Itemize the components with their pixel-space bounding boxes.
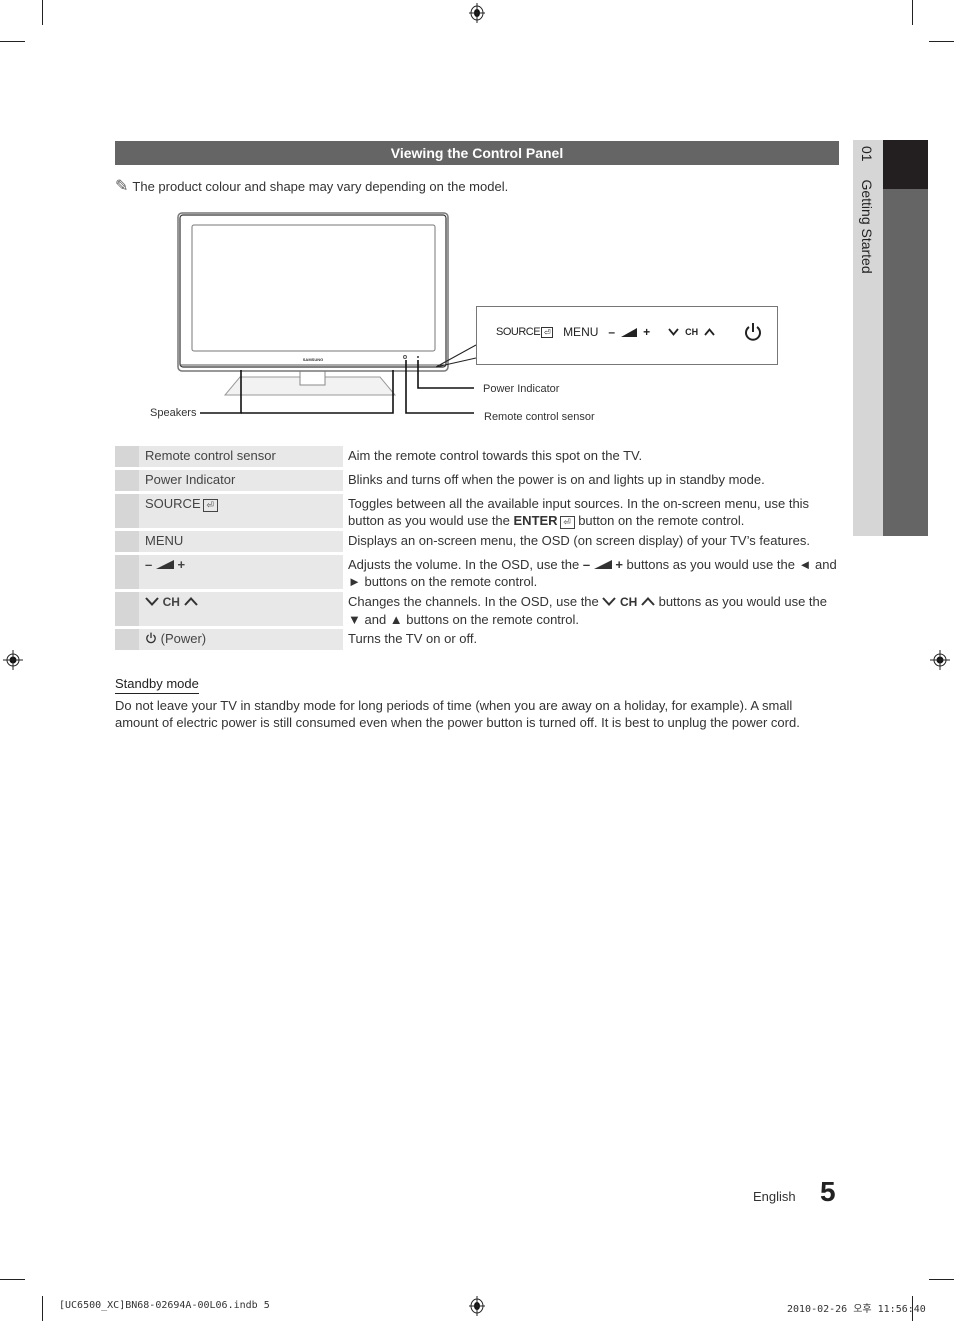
section-title: Viewing the Control Panel: [115, 141, 839, 165]
table-row: MENU Displays an on-screen menu, the OSD…: [115, 531, 839, 552]
volume-ramp-icon: [155, 560, 174, 569]
control-name: Power Indicator: [139, 470, 343, 491]
chapter-tab-accent: [883, 140, 928, 189]
control-description: Toggles between all the available input …: [343, 494, 839, 529]
chapter-title: Getting Started: [859, 179, 875, 274]
table-row: – + Adjusts the volume. In the OSD, use …: [115, 555, 839, 589]
remote-sensor-label: Remote control sensor: [484, 411, 595, 423]
row-marker: [115, 470, 139, 491]
crop-mark: [0, 1279, 25, 1280]
control-description: Displays an on-screen menu, the OSD (on …: [348, 533, 810, 548]
panel-channel: CH: [668, 327, 715, 337]
power-indicator-dot: [417, 356, 419, 358]
slug-file: [UC6500_XC]BN68-02694A-00L06.indb 5: [59, 1300, 270, 1311]
control-description: Changes the channels. In the OSD, use th…: [343, 592, 839, 627]
standby-heading: Standby mode: [115, 676, 199, 694]
enter-icon: ⏎: [559, 516, 575, 529]
chevron-down-icon: [602, 597, 617, 606]
control-description: Blinks and turns off when the power is o…: [348, 472, 765, 487]
control-description: Turns the TV on or off.: [348, 631, 478, 646]
volume-plus: +: [611, 557, 623, 572]
registration-mark-icon: [469, 1296, 485, 1316]
row-marker: [115, 555, 139, 589]
panel-source: SOURCE ⏎: [496, 326, 554, 338]
panel-volume: – +: [608, 325, 650, 339]
control-name: Remote control sensor: [139, 446, 343, 467]
tv-stand-neck: [299, 369, 326, 386]
brand-logo: SAMSUNG: [303, 357, 323, 362]
power-label: (Power): [160, 631, 207, 646]
panel-menu: MENU: [563, 325, 599, 339]
registration-mark-icon: [3, 650, 23, 670]
desc-text: Changes the channels. In the OSD, use th…: [348, 594, 603, 609]
control-panel-buttons: SOURCE ⏎ MENU – + CH: [496, 322, 763, 342]
chevron-up-icon: [704, 328, 715, 336]
note-text: The product colour and shape may vary de…: [132, 179, 509, 194]
control-name: CH: [139, 592, 343, 626]
control-description: Adjusts the volume. In the OSD, use the …: [343, 555, 839, 589]
volume-minus: –: [608, 325, 616, 339]
row-marker: [115, 494, 139, 528]
channel-label: CH: [162, 595, 180, 609]
volume-minus: –: [145, 557, 153, 572]
crop-mark: [929, 41, 954, 42]
chevron-up-icon: [641, 597, 655, 606]
registration-mark-icon: [930, 650, 950, 670]
control-name: – +: [139, 555, 343, 589]
control-name: (Power): [139, 629, 343, 650]
slug-timestamp: 2010-02-26 오후 11:56:40: [787, 1304, 926, 1315]
tv-screen: [191, 224, 436, 352]
crop-mark: [0, 41, 25, 42]
chevron-down-icon: [145, 597, 159, 606]
chapter-number: 01: [859, 146, 875, 162]
crop-mark: [42, 1296, 43, 1321]
registration-mark-icon: [469, 3, 485, 23]
desc-text: Adjusts the volume. In the OSD, use the: [348, 557, 583, 572]
desc-text: button on the remote control.: [574, 513, 745, 528]
crop-mark: [42, 0, 43, 25]
crop-mark: [929, 1279, 954, 1280]
volume-plus: +: [643, 325, 651, 339]
table-row: SOURCE ⏎ Toggles between all the availabl…: [115, 494, 839, 529]
chevron-down-icon: [668, 328, 679, 336]
crop-mark: [912, 0, 913, 25]
table-row: CH Changes the channels. In the OSD, use…: [115, 592, 839, 627]
row-marker: [115, 592, 139, 626]
power-indicator-label: Power Indicator: [483, 383, 560, 395]
pencil-note-icon: ✎: [115, 178, 129, 195]
control-description: Aim the remote control towards this spot…: [348, 448, 643, 463]
row-marker: [115, 531, 139, 552]
page-number: 5: [820, 1176, 836, 1207]
row-marker: [115, 629, 139, 650]
source-enter-icon: ⏎: [541, 327, 554, 338]
table-row: Remote control sensor Aim the remote con…: [115, 446, 839, 467]
source-label: SOURCE: [496, 326, 541, 338]
volume-minus: –: [582, 557, 594, 572]
power-icon: [745, 323, 762, 341]
enter-label: ENTER: [513, 513, 558, 528]
speakers-label: Speakers: [150, 407, 197, 419]
chapter-label: 01 Getting Started: [859, 146, 875, 274]
volume-plus: +: [177, 557, 186, 572]
chevron-up-icon: [183, 597, 198, 606]
table-row: Power Indicator Blinks and turns off whe…: [115, 470, 839, 491]
control-name: SOURCE ⏎: [139, 494, 343, 528]
source-enter-icon: ⏎: [202, 499, 218, 512]
source-label: SOURCE: [145, 496, 201, 511]
table-row: (Power) Turns the TV on or off.: [115, 629, 839, 650]
row-marker: [115, 446, 139, 467]
channel-label: CH: [620, 595, 638, 609]
power-icon: [146, 632, 156, 644]
standby-text: Do not leave your TV in standby mode for…: [115, 698, 800, 730]
control-name: MENU: [139, 531, 343, 552]
footer-language: English: [753, 1189, 796, 1204]
volume-ramp-icon: [621, 327, 638, 337]
note: ✎ The product colour and shape may vary d…: [115, 176, 508, 196]
volume-ramp-icon: [593, 560, 612, 569]
controls-table: Remote control sensor Aim the remote con…: [115, 446, 839, 653]
chapter-tab-band: [883, 189, 928, 536]
channel-label: CH: [685, 327, 699, 337]
